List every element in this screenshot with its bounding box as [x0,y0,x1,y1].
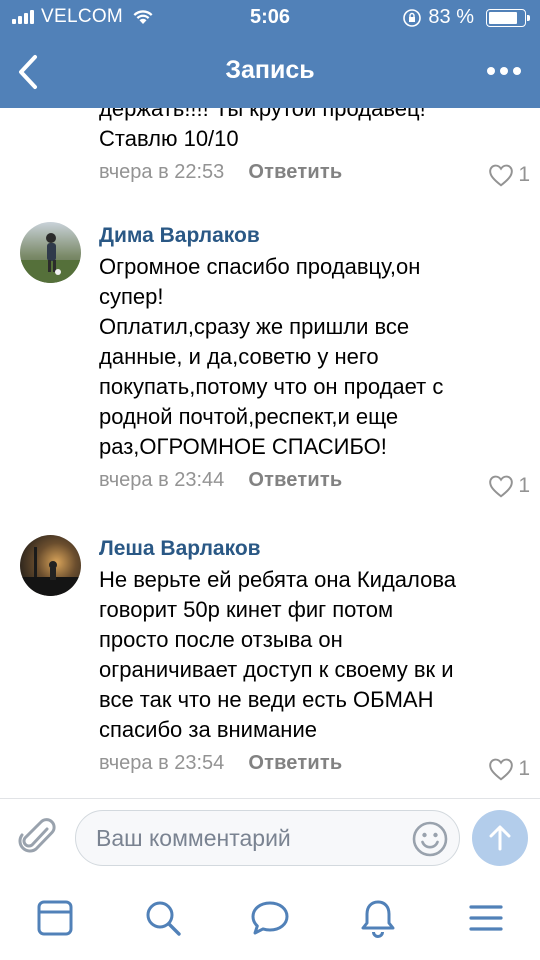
reply-button[interactable]: Ответить [248,469,342,492]
text-line: супер! [99,284,164,309]
text-line: Оплатил,сразу же пришли все [99,314,410,339]
battery-icon [486,8,530,27]
paperclip-icon [18,818,56,853]
more-button[interactable] [482,56,526,86]
heart-icon [489,758,514,781]
emoji-button[interactable] [411,820,449,858]
app-header: VELCOM 5:06 83 % Запись [0,0,540,108]
avatar[interactable] [20,222,81,283]
like-count: 1 [518,474,530,497]
comment-meta: вчера в 23:44 Ответить [99,462,526,498]
tab-menu[interactable] [464,896,508,940]
tab-search[interactable] [141,896,185,940]
text-line: родной почтой,респект,и еще [99,404,399,429]
status-bar: VELCOM 5:06 83 % [0,0,540,36]
comment-date: вчера в 23:44 [99,468,225,491]
tab-bar [0,876,540,960]
text-line: данные, и да,советю у него [99,344,379,369]
like-button[interactable]: 1 [488,751,530,787]
comment-meta: вчера в 23:54 Ответить [99,745,526,781]
notifications-bell-icon [361,900,395,938]
text-line: Не верьте ей ребята она Кидалова [99,567,457,592]
like-button[interactable]: 1 [488,157,530,193]
page-title: Запись [225,56,315,84]
news-feed-icon [37,900,73,936]
smile-icon [412,821,448,857]
text-line: покупать,потому что он продает с [99,374,444,399]
status-right: 83 % [402,6,530,29]
text-line: все так что не веди есть ОБМАН [99,687,434,712]
avatar[interactable] [20,535,81,596]
comment-input-wrapper [75,810,460,866]
more-horizontal-icon [487,67,521,75]
text-line: говорит 50р кинет фиг потом [99,597,394,622]
reply-button[interactable]: Ответить [248,161,342,184]
nav-bar: Запись [0,36,540,108]
comments-feed: держать!!!! Ты крутой продавец! Ставлю 1… [0,0,540,800]
comment-text: Ставлю 10/10 [99,126,239,151]
text-line: просто после отзыва он [99,627,343,652]
tab-messages[interactable] [248,896,292,940]
comment-body: держать!!!! Ты крутой продавец! Ставлю 1… [99,94,526,190]
comment-date: вчера в 22:53 [99,160,225,183]
comment-author[interactable]: Леша Варлаков [99,535,526,565]
attach-button[interactable] [18,815,58,859]
messages-icon [251,901,289,935]
like-count: 1 [518,757,530,780]
search-icon [146,901,181,936]
comment-body: Леша Варлаков Не верьте ей ребята она Ки… [99,535,526,781]
orientation-lock-icon [403,8,422,27]
comment-text: Огромное спасибо продавцу,он супер! Опла… [99,252,526,462]
tab-news[interactable] [33,896,77,940]
like-button[interactable]: 1 [488,468,530,504]
text-line: спасибо за внимание [99,717,317,742]
text-line: Огромное спасибо продавцу,он [99,254,421,279]
comment-author[interactable]: Дима Варлаков [99,222,526,252]
comment-input[interactable] [96,811,396,865]
comment-date: вчера в 23:54 [99,751,225,774]
comment-text: Не верьте ей ребята она Кидалова говорит… [99,565,526,745]
comment-body: Дима Варлаков Огромное спасибо продавцу,… [99,222,526,498]
text-line: раз,ОГРОМНОЕ СПАСИБО! [99,434,387,459]
reply-button[interactable]: Ответить [248,752,342,775]
menu-icon [469,905,503,931]
text-line: ограничивает доступ к своему вк и [99,657,454,682]
heart-icon [489,475,514,498]
send-button[interactable] [472,810,528,866]
tab-notifications[interactable] [356,896,400,940]
comment-meta: вчера в 22:53 Ответить [99,154,526,190]
battery-percent: 83 % [428,6,474,28]
like-count: 1 [518,163,530,186]
arrow-up-icon [489,825,511,851]
heart-icon [489,164,514,187]
comment-composer [0,798,540,876]
